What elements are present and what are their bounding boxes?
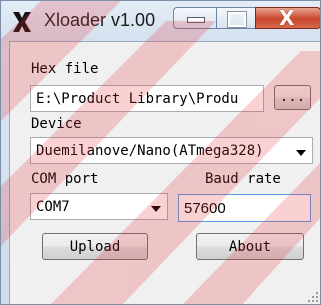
upload-button[interactable]: Upload bbox=[42, 233, 148, 260]
baud-rate-value: 57600 bbox=[184, 200, 226, 217]
xloader-window: Xloader v1.00 X Hex file E:\Product Libr… bbox=[0, 0, 321, 305]
baud-rate-label: Baud rate bbox=[205, 171, 281, 187]
title-bar[interactable]: Xloader v1.00 X bbox=[1, 1, 320, 41]
hex-file-label: Hex file bbox=[31, 61, 99, 77]
window-title: Xloader v1.00 bbox=[44, 10, 156, 30]
client-area: Hex file E:\Product Library\Produ ... De… bbox=[9, 41, 320, 304]
x-logo-icon bbox=[13, 12, 31, 32]
device-label: Device bbox=[31, 116, 82, 132]
maximize-icon bbox=[227, 11, 247, 28]
com-port-selected: COM7 bbox=[36, 199, 70, 215]
chevron-down-icon bbox=[151, 206, 161, 212]
maximize-button[interactable] bbox=[216, 7, 256, 29]
com-port-label: COM port bbox=[31, 171, 99, 187]
minimize-icon bbox=[187, 17, 205, 23]
com-port-dropdown[interactable]: COM7 bbox=[30, 193, 168, 220]
hex-file-input[interactable]: E:\Product Library\Produ bbox=[30, 85, 264, 112]
baud-rate-input[interactable]: 57600 bbox=[178, 194, 311, 222]
resize-grip-icon[interactable] bbox=[307, 291, 319, 303]
hex-file-value: E:\Product Library\Produ bbox=[36, 91, 239, 107]
close-button[interactable]: X bbox=[255, 6, 320, 30]
about-button[interactable]: About bbox=[196, 233, 304, 260]
device-selected: Duemilanove/Nano(ATmega328) bbox=[36, 143, 264, 159]
device-dropdown[interactable]: Duemilanove/Nano(ATmega328) bbox=[30, 137, 313, 164]
chevron-down-icon bbox=[296, 150, 306, 156]
minimize-button[interactable] bbox=[173, 7, 217, 29]
browse-button[interactable]: ... bbox=[274, 85, 311, 110]
close-icon: X bbox=[279, 6, 295, 30]
